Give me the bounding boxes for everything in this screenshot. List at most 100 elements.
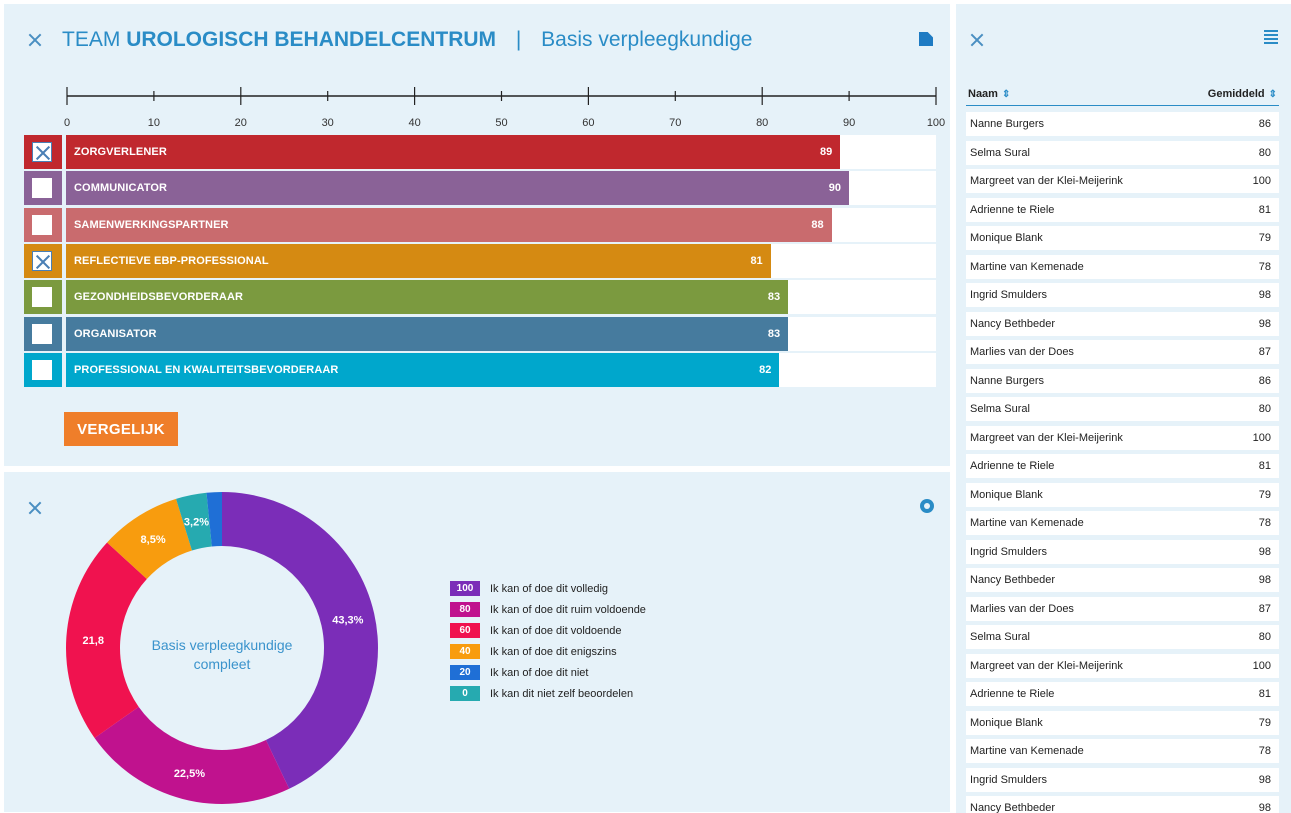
table-row[interactable]: Martine van Kemenade 78 bbox=[966, 253, 1279, 282]
table-row[interactable]: Nanne Burgers 86 bbox=[966, 367, 1279, 396]
cell-average: 86 bbox=[1258, 118, 1271, 130]
cell-average: 79 bbox=[1258, 716, 1271, 729]
cell-name: Marlies van der Does bbox=[970, 602, 1074, 615]
x-axis: 0 10 20 30 40 50 60 70 80 90 100 bbox=[64, 87, 945, 129]
competence-checkbox[interactable] bbox=[32, 250, 52, 271]
table-row[interactable]: Monique Blank 79 bbox=[966, 709, 1279, 738]
legend-item: 80 Ik kan of doe dit ruim voldoende bbox=[450, 599, 646, 620]
table-row[interactable]: Marlies van der Does 87 bbox=[966, 338, 1279, 367]
donut-slice-label: 21,8 bbox=[83, 635, 104, 647]
competence-row: GEZONDHEIDSBEVORDERAAR 83 bbox=[24, 280, 936, 315]
bar[interactable]: COMMUNICATOR 90 bbox=[66, 171, 849, 206]
cell-average: 79 bbox=[1258, 488, 1271, 501]
bar[interactable]: PROFESSIONAL EN KWALITEITSBEVORDERAAR 82 bbox=[66, 352, 780, 387]
table-row[interactable]: Martine van Kemenade 78 bbox=[966, 509, 1279, 538]
table-row-cell-group: Nancy Bethbeder 98 bbox=[966, 311, 1279, 336]
table-row[interactable]: Ingrid Smulders 98 bbox=[966, 766, 1279, 795]
cell-name: Martine van Kemenade bbox=[970, 517, 1084, 529]
competence-checkbox[interactable] bbox=[32, 323, 52, 344]
competence-checkbox[interactable] bbox=[32, 287, 52, 308]
table-row-cell-group: Adrienne te Riele 81 bbox=[966, 197, 1279, 222]
table-row-cell-group: Martine van Kemenade 78 bbox=[966, 254, 1279, 279]
cell-average: 80 bbox=[1258, 146, 1271, 159]
donut-slice[interactable] bbox=[94, 706, 290, 804]
bar-track: GEZONDHEIDSBEVORDERAAR 83 bbox=[66, 280, 936, 315]
table-row-cell-group: Nancy Bethbeder 98 bbox=[966, 796, 1279, 813]
legend-label: Ik kan of doe dit enigszins bbox=[490, 645, 617, 658]
cell-name: Margreet van der Klei-Meijerink bbox=[970, 431, 1123, 444]
checkbox-area bbox=[24, 207, 62, 242]
competence-bar-panel: TEAM UROLOGISCH BEHANDELCENTRUM | Basis … bbox=[4, 4, 950, 466]
bar-track: REFLECTIEVE EBP-PROFESSIONAL 81 bbox=[66, 243, 936, 278]
bar-label: GEZONDHEIDSBEVORDERAAR bbox=[74, 291, 244, 304]
table-row[interactable]: Ingrid Smulders 98 bbox=[966, 281, 1279, 310]
table-row[interactable]: Margreet van der Klei-Meijerink 100 bbox=[966, 167, 1279, 196]
page-title: TEAM UROLOGISCH BEHANDELCENTRUM | Basis … bbox=[62, 28, 752, 52]
table-row[interactable]: Nancy Bethbeder 98 bbox=[966, 794, 1279, 813]
close-icon[interactable] bbox=[970, 33, 984, 47]
donut-legend: 100 Ik kan of doe dit volledig 80 Ik kan of… bbox=[450, 578, 646, 704]
table-row[interactable]: Nanne Burgers 86 bbox=[966, 110, 1279, 139]
tick-label: 0 bbox=[64, 117, 70, 129]
title-separator: | bbox=[515, 28, 522, 51]
cell-average: 98 bbox=[1258, 289, 1271, 301]
table-row[interactable]: Nancy Bethbeder 98 bbox=[966, 566, 1279, 595]
competence-checkbox[interactable] bbox=[32, 214, 52, 235]
competence-checkbox[interactable] bbox=[32, 359, 52, 380]
legend-label: Ik kan of doe dit ruim voldoende bbox=[490, 603, 646, 616]
export-icon[interactable] bbox=[919, 32, 933, 46]
cell-average: 100 bbox=[1252, 431, 1271, 444]
table-row[interactable]: Selma Sural 80 bbox=[966, 139, 1279, 168]
donut-chart-icon[interactable] bbox=[920, 499, 934, 513]
cell-name: Margreet van der Klei-Meijerink bbox=[970, 659, 1123, 672]
table-row[interactable]: Monique Blank 79 bbox=[966, 224, 1279, 253]
table-row[interactable]: Margreet van der Klei-Meijerink 100 bbox=[966, 652, 1279, 681]
bar[interactable]: REFLECTIEVE EBP-PROFESSIONAL 81 bbox=[66, 243, 771, 278]
competence-checkbox[interactable] bbox=[32, 142, 52, 162]
table-row-cell-group: Monique Blank 79 bbox=[966, 226, 1279, 250]
cell-name: Selma Sural bbox=[970, 403, 1030, 415]
table-row[interactable]: Ingrid Smulders 98 bbox=[966, 538, 1279, 567]
close-icon[interactable] bbox=[28, 33, 42, 47]
competence-row: ZORGVERLENER 89 bbox=[24, 135, 936, 169]
tick-label: 80 bbox=[756, 117, 768, 129]
bar[interactable]: GEZONDHEIDSBEVORDERAAR 83 bbox=[66, 280, 789, 315]
cell-average: 81 bbox=[1258, 460, 1271, 472]
competence-row: PROFESSIONAL EN KWALITEITSBEVORDERAAR 82 bbox=[24, 352, 936, 387]
table-row[interactable]: Martine van Kemenade 78 bbox=[966, 737, 1279, 766]
table-row[interactable]: Marlies van der Does 87 bbox=[966, 595, 1279, 624]
cell-name: Selma Sural bbox=[970, 146, 1030, 159]
bar-label: SAMENWERKINGSPARTNER bbox=[74, 218, 229, 231]
table-row-cell-group: Selma Sural 80 bbox=[966, 140, 1279, 165]
legend-item: 40 Ik kan of doe dit enigszins bbox=[450, 641, 646, 662]
legend-swatch: 20 bbox=[450, 665, 480, 680]
cell-name: Martine van Kemenade bbox=[970, 745, 1084, 757]
legend-swatch: 0 bbox=[450, 686, 480, 701]
cell-average: 78 bbox=[1258, 260, 1271, 273]
table-row[interactable]: Nancy Bethbeder 98 bbox=[966, 310, 1279, 339]
bar[interactable]: ZORGVERLENER 89 bbox=[66, 135, 841, 169]
table-row[interactable]: Monique Blank 79 bbox=[966, 481, 1279, 510]
table-row[interactable]: Selma Sural 80 bbox=[966, 623, 1279, 652]
table-row[interactable]: Adrienne te Riele 81 bbox=[966, 452, 1279, 481]
tick-label: 10 bbox=[148, 117, 160, 129]
competence-checkbox[interactable] bbox=[32, 178, 52, 199]
table-row[interactable]: Selma Sural 80 bbox=[966, 395, 1279, 424]
bar-label: REFLECTIEVE EBP-PROFESSIONAL bbox=[74, 254, 269, 267]
bar[interactable]: SAMENWERKINGSPARTNER 88 bbox=[66, 207, 832, 242]
list-view-icon[interactable] bbox=[1264, 30, 1278, 44]
column-header-name[interactable]: Naam ⇕ bbox=[968, 88, 1010, 100]
table-row[interactable]: Adrienne te Riele 81 bbox=[966, 680, 1279, 709]
column-header-average[interactable]: Gemiddeld ⇕ bbox=[1208, 88, 1277, 100]
table-row-cell-group: Monique Blank 79 bbox=[966, 482, 1279, 507]
cell-average: 87 bbox=[1258, 602, 1271, 615]
bar[interactable]: ORGANISATOR 83 bbox=[66, 316, 789, 351]
cell-average: 100 bbox=[1252, 175, 1271, 187]
title-prefix: TEAM bbox=[62, 28, 121, 51]
table-row[interactable]: Adrienne te Riele 81 bbox=[966, 196, 1279, 225]
table-row[interactable]: Margreet van der Klei-Meijerink 100 bbox=[966, 424, 1279, 453]
close-icon[interactable] bbox=[28, 501, 42, 515]
cell-name: Monique Blank bbox=[970, 716, 1043, 729]
legend-item: 100 Ik kan of doe dit volledig bbox=[450, 578, 646, 599]
compare-button[interactable]: VERGELIJK bbox=[64, 412, 178, 446]
